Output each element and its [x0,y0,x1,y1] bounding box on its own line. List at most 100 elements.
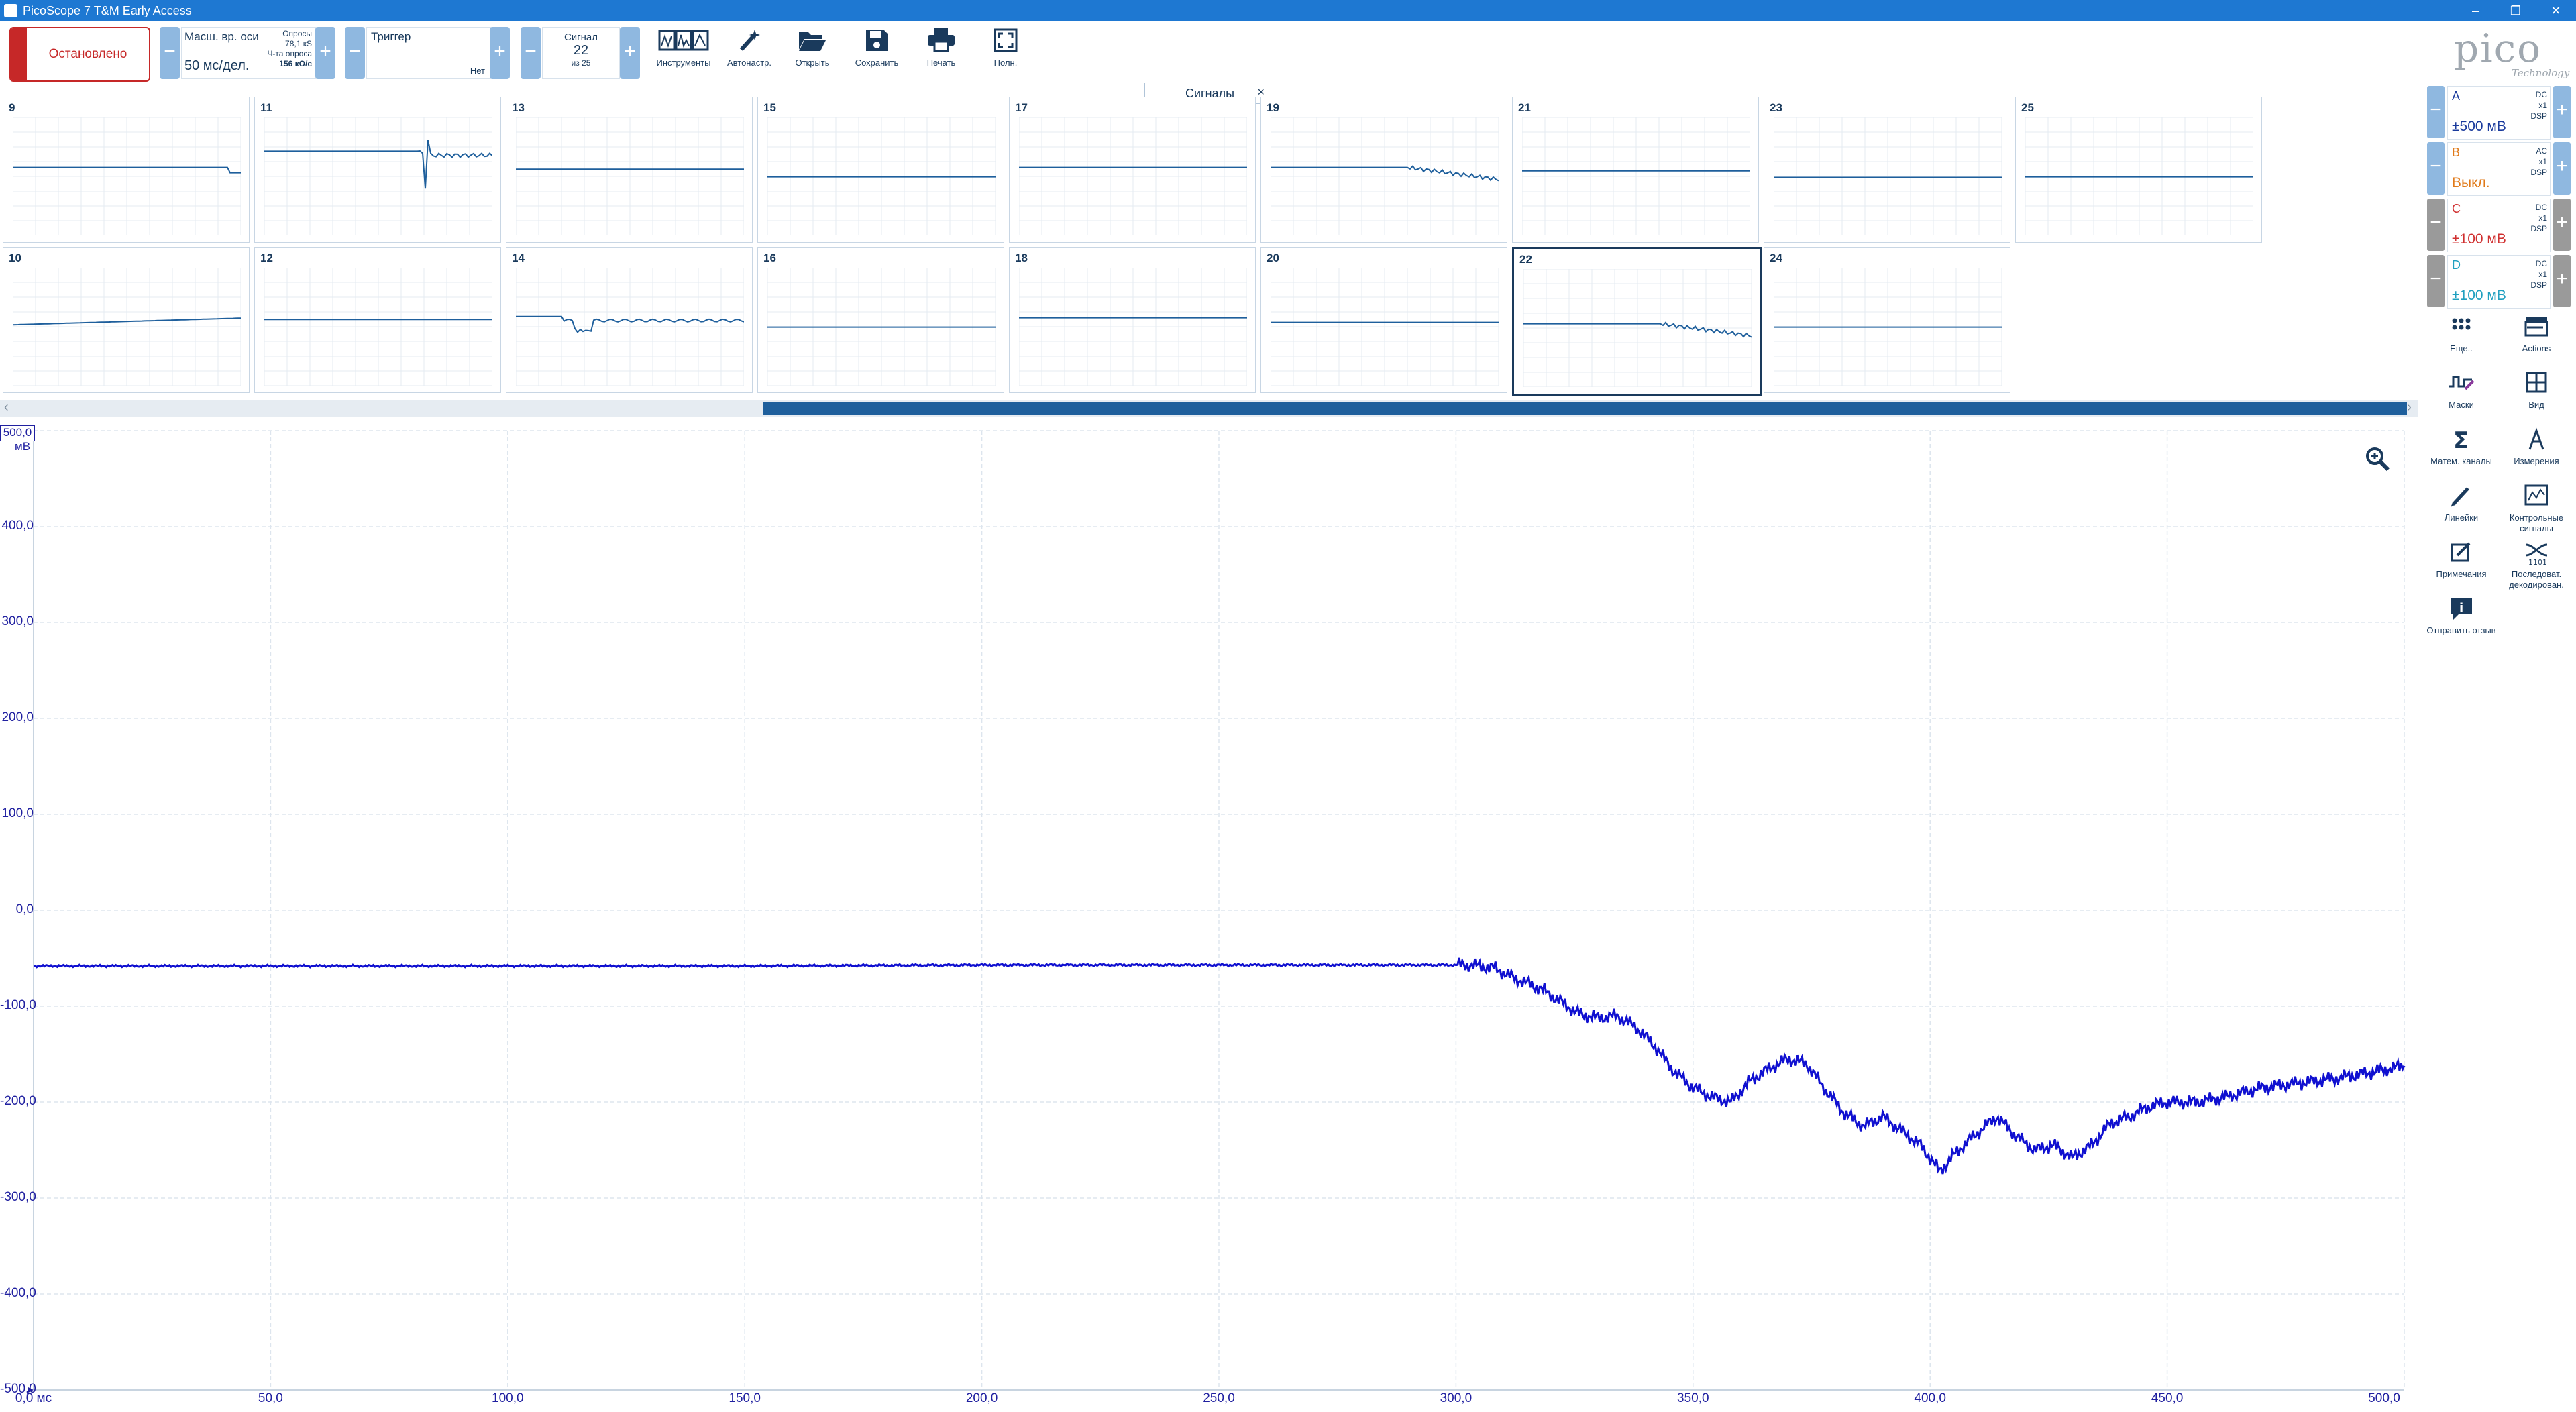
signal-thumbnail-11[interactable]: 11 [254,97,501,243]
channel-c-control[interactable]: − C ±100 мВ DC x1 DSP + [2427,199,2571,252]
channel-settings[interactable]: B Выкл. AC x1 DSP [2447,142,2551,196]
side-tool-serial-decode[interactable]: 1101 Последоват. декодирован. [2500,539,2573,590]
reference-waveform-icon [2524,484,2548,506]
signal-thumbnail-20[interactable]: 20 [1260,247,1507,393]
maximize-button[interactable]: ❐ [2496,1,2536,20]
channel-dsp: DSP [2530,224,2547,233]
y-axis-max-box[interactable]: 500,0 [0,425,35,441]
side-tool-feedback-info[interactable]: i Отправить отзыв [2424,596,2498,636]
channel-d-control[interactable]: − D ±100 мВ DC x1 DSP + [2427,255,2571,309]
channel-range-increase-button[interactable]: + [2553,199,2571,251]
zoom-icon[interactable] [2364,445,2391,472]
side-tool-notes[interactable]: Примечания [2424,539,2498,580]
signal-thumbnail-10[interactable]: 10 [3,247,250,393]
trigger-decrease-button[interactable]: − [345,27,365,79]
x-tick-label: 150,0 [729,1391,761,1405]
save-button[interactable]: Сохранить [847,27,907,80]
thumbnail-plot [516,117,744,235]
print-button[interactable]: Печать [911,27,971,80]
signal-thumbnail-23[interactable]: 23 [1764,97,2010,243]
more-grid-icon [2452,318,2471,330]
channel-range-decrease-button[interactable]: − [2427,255,2445,307]
channel-range-increase-button[interactable]: + [2553,86,2571,138]
side-tool-more-grid[interactable]: Еще.. [2424,314,2498,354]
channel-dsp: DSP [2530,168,2547,177]
signal-thumbnail-25[interactable]: 25 [2015,97,2262,243]
close-window-button[interactable]: ✕ [2536,1,2576,20]
side-tool-measure-caliper[interactable]: Измерения [2500,427,2573,467]
channel-probe: x1 [2538,213,2547,223]
channel-b-control[interactable]: − B Выкл. AC x1 DSP + [2427,142,2571,196]
fullscreen-button[interactable]: Полн. [975,27,1036,80]
trigger-increase-button[interactable]: + [490,27,510,79]
minimize-button[interactable]: – [2455,1,2496,20]
signal-thumbnail-24[interactable]: 24 [1764,247,2010,393]
side-tool-masks[interactable]: Маски [2424,370,2498,411]
channel-coupling: DC [2535,203,2547,212]
signal-thumbnail-17[interactable]: 17 [1009,97,1256,243]
channel-settings[interactable]: C ±100 мВ DC x1 DSP [2447,199,2551,252]
signal-thumbnail-19[interactable]: 19 [1260,97,1507,243]
side-tool-label: Линейки [2444,512,2479,523]
signal-previous-button[interactable]: − [521,27,541,79]
trigger-control[interactable]: Триггер Нет [366,27,491,79]
channel-range-increase-button[interactable]: + [2553,142,2571,195]
signal-thumbnail-number: 17 [1015,101,1028,114]
channel-coupling: AC [2536,146,2547,156]
scroll-right-icon[interactable]: › [2407,400,2412,415]
scroll-left-icon[interactable]: ‹ [4,400,9,415]
side-tool-view-grid[interactable]: Вид [2500,370,2573,411]
signal-thumbnail-number: 14 [512,252,525,264]
notes-icon [2451,542,2471,562]
channel-settings[interactable]: D ±100 мВ DC x1 DSP [2447,255,2551,309]
run-stop-button[interactable]: Остановлено [9,27,150,82]
signal-thumbnail-16[interactable]: 16 [757,247,1004,393]
timebase-decrease-button[interactable]: − [160,27,180,79]
channel-range-decrease-button[interactable]: − [2427,86,2445,138]
thumbnail-plot [516,268,744,386]
y-tick-label: 100,0 [1,806,34,820]
autoset-button[interactable]: Автонастр. [719,27,780,80]
side-tool-sigma[interactable]: Σ Матем. каналы [2424,427,2498,467]
signal-thumbnail-12[interactable]: 12 [254,247,501,393]
instruments-button[interactable]: Инструменты [653,27,714,80]
print-label: Печать [926,58,956,68]
channel-coupling: DC [2535,259,2547,268]
signal-thumbnail-22[interactable]: 22 [1512,247,1762,396]
side-tool-ruler-pencil[interactable]: Линейки [2424,483,2498,523]
side-tool-reference-waveform[interactable]: Контрольные сигналы [2500,483,2573,534]
svg-text:1101: 1101 [2528,558,2547,566]
thumbnail-plot [264,117,492,235]
side-tool-actions-clapper[interactable]: Actions [2500,314,2573,354]
signals-scrollbar[interactable]: ‹ › [0,400,2418,417]
signal-selector[interactable]: Сигнал 22 из 25 [542,27,620,79]
channel-info: DC x1 DSP [2530,258,2547,290]
channel-range-increase-button[interactable]: + [2553,255,2571,307]
signal-thumbnail-21[interactable]: 21 [1512,97,1759,243]
signal-thumbnail-15[interactable]: 15 [757,97,1004,243]
scope-view[interactable] [0,419,2418,1409]
signal-thumbnail-18[interactable]: 18 [1009,247,1256,393]
channel-settings[interactable]: A ±500 мВ DC x1 DSP [2447,86,2551,140]
signal-thumbnail-9[interactable]: 9 [3,97,250,243]
channel-range-decrease-button[interactable]: − [2427,199,2445,251]
sigma-icon: Σ [2453,427,2469,453]
timebase-increase-button[interactable]: + [315,27,335,79]
x-tick-label: 50,0 [258,1391,283,1405]
open-button[interactable]: Открыть [782,27,843,80]
pico-logo: pico Technology [2442,25,2569,79]
channel-range: ±500 мВ [2452,119,2506,134]
svg-text:i: i [2459,601,2463,615]
channel-range-decrease-button[interactable]: − [2427,142,2445,195]
timebase-control[interactable]: Масш. вр. оси 50 мс/дел. Опросы 78,1 кS … [181,27,317,79]
channel-a-control[interactable]: − A ±500 мВ DC x1 DSP + [2427,86,2571,140]
scrollbar-thumb[interactable] [763,402,2407,415]
scope-chart[interactable] [0,419,2418,1409]
side-tool-label: Контрольные сигналы [2509,512,2564,533]
signal-next-button[interactable]: + [620,27,640,79]
x-tick-label: 500,0 [2368,1391,2400,1405]
timebase-value: 50 мс/дел. [184,58,250,73]
signal-thumbnail-14[interactable]: 14 [506,247,753,393]
signal-thumbnail-13[interactable]: 13 [506,97,753,243]
y-tick-label: 400,0 [1,519,34,533]
